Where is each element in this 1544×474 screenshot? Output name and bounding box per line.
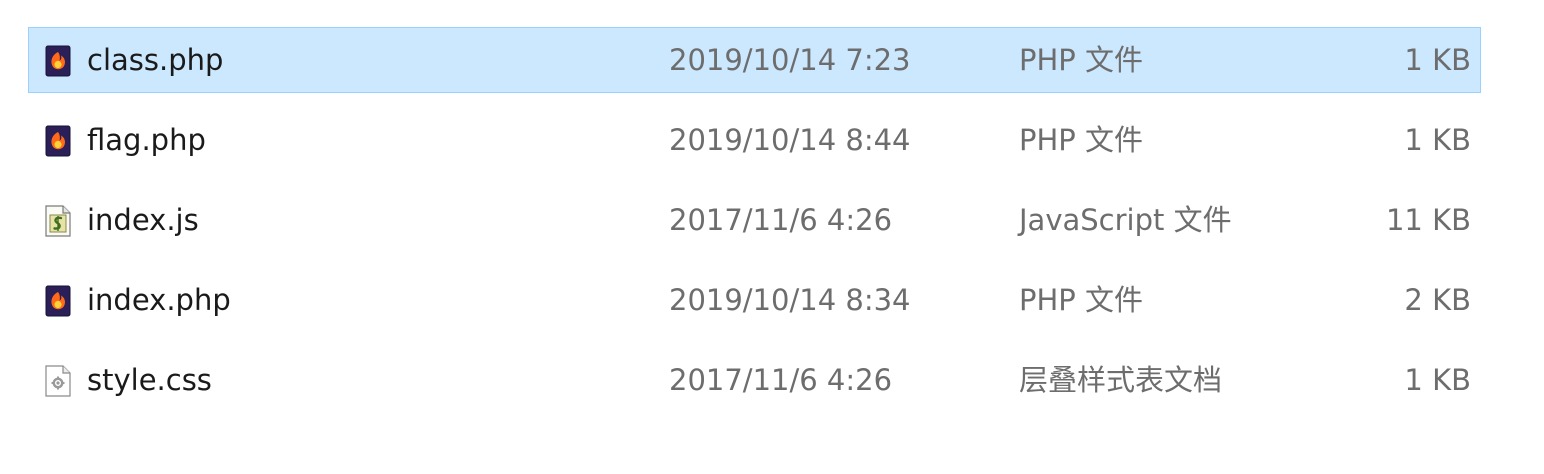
file-name: index.js [87, 203, 199, 237]
file-type: PHP 文件 [1019, 43, 1144, 77]
file-size: 2 KB [1404, 283, 1471, 317]
file-date-modified: 2017/11/6 4:26 [669, 203, 893, 237]
file-type: PHP 文件 [1019, 123, 1144, 157]
file-size: 1 KB [1404, 43, 1471, 77]
file-name: class.php [87, 43, 224, 77]
php-file-icon [41, 284, 75, 318]
file-row-index-php[interactable]: index.php 2019/10/14 8:34 PHP 文件 2 KB [28, 267, 1481, 333]
file-list: class.php 2019/10/14 7:23 PHP 文件 1 KB fl… [28, 27, 1481, 427]
file-size: 1 KB [1404, 123, 1471, 157]
file-name: flag.php [87, 123, 206, 157]
file-row-flag-php[interactable]: flag.php 2019/10/14 8:44 PHP 文件 1 KB [28, 107, 1481, 173]
javascript-file-icon [41, 204, 75, 238]
file-type: JavaScript 文件 [1019, 203, 1232, 237]
file-date-modified: 2019/10/14 8:44 [669, 123, 911, 157]
php-file-icon [41, 124, 75, 158]
file-size: 1 KB [1404, 363, 1471, 397]
php-file-icon [41, 44, 75, 78]
file-date-modified: 2019/10/14 7:23 [669, 43, 911, 77]
file-date-modified: 2017/11/6 4:26 [669, 363, 893, 397]
file-name: index.php [87, 283, 231, 317]
file-type: 层叠样式表文档 [1019, 363, 1223, 397]
file-date-modified: 2019/10/14 8:34 [669, 283, 911, 317]
file-type: PHP 文件 [1019, 283, 1144, 317]
file-size: 11 KB [1385, 203, 1471, 237]
file-row-style-css[interactable]: style.css 2017/11/6 4:26 层叠样式表文档 1 KB [28, 347, 1481, 413]
css-file-icon [41, 364, 75, 398]
file-row-class-php[interactable]: class.php 2019/10/14 7:23 PHP 文件 1 KB [28, 27, 1481, 93]
file-row-index-js[interactable]: index.js 2017/11/6 4:26 JavaScript 文件 11… [28, 187, 1481, 253]
file-name: style.css [87, 363, 212, 397]
